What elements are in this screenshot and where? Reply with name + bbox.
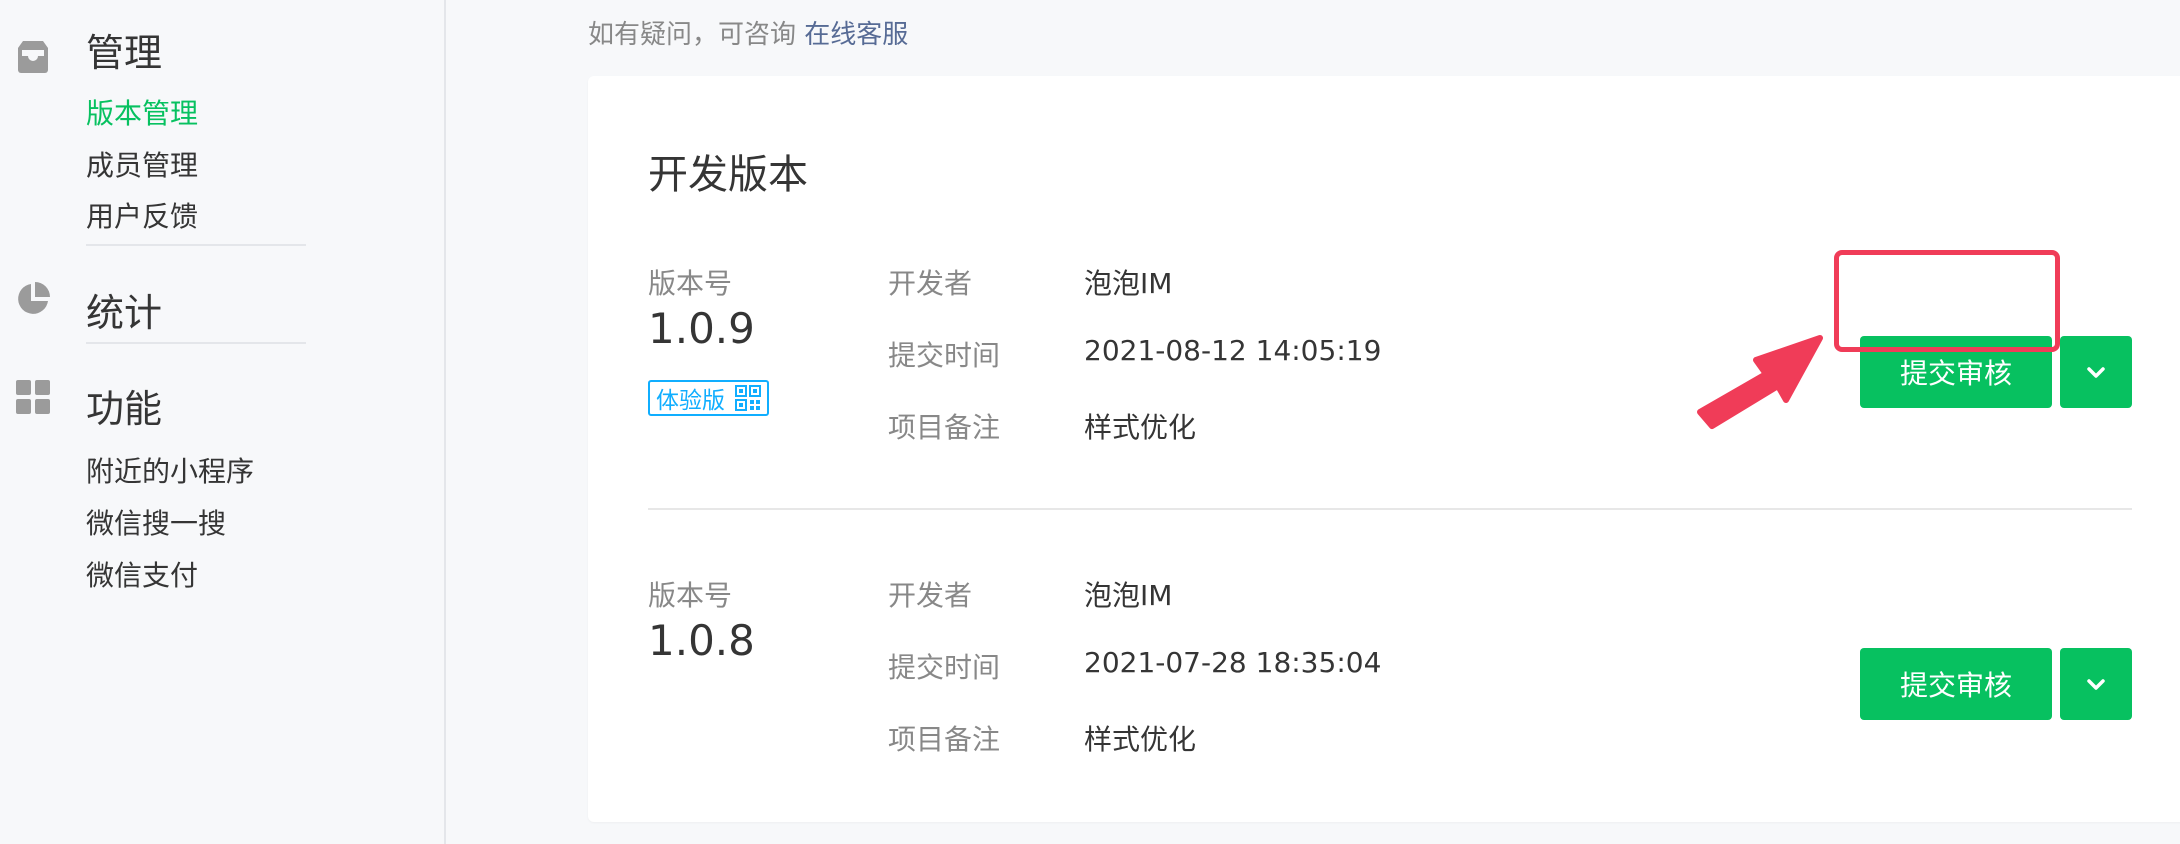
grid-icon — [16, 380, 50, 414]
sidebar-item-wechat-pay[interactable]: 微信支付 — [86, 554, 198, 594]
developer-value: 泡泡IM — [1084, 579, 1173, 612]
online-support-link[interactable]: 在线客服 — [804, 20, 908, 50]
submit-review-button[interactable]: 提交审核 — [1860, 336, 2052, 408]
developer-value: 泡泡IM — [1084, 267, 1173, 300]
sidebar-item-version-management[interactable]: 版本管理 — [86, 92, 198, 132]
card-title: 开发版本 — [648, 152, 808, 198]
more-actions-dropdown-button[interactable] — [2060, 648, 2132, 720]
developer-label: 开发者 — [888, 579, 973, 612]
sidebar-item-wechat-search[interactable]: 微信搜一搜 — [86, 502, 226, 542]
sidebar-item-nearby-miniprograms[interactable]: 附近的小程序 — [86, 450, 254, 490]
version-divider — [648, 508, 2132, 510]
qrcode-icon — [735, 385, 761, 411]
submit-time-label: 提交时间 — [888, 651, 1001, 684]
submit-time-value: 2021-07-28 18:35:04 — [1084, 646, 1382, 679]
sidebar-section-title: 功能 — [86, 387, 163, 431]
version-label: 版本号 — [648, 579, 733, 612]
more-actions-dropdown-button[interactable] — [2060, 336, 2132, 408]
main-content: 如有疑问，可咨询 在线客服 开发版本 版本号 1.0.9 体验版 开发者 泡泡I… — [446, 0, 2180, 844]
sidebar-item-user-feedback[interactable]: 用户反馈 — [86, 195, 198, 235]
chevron-down-icon — [2087, 679, 2105, 690]
sidebar-section-title: 统计 — [86, 291, 163, 335]
sidebar-item-member-management[interactable]: 成员管理 — [86, 144, 198, 184]
sidebar: 管理 版本管理 成员管理 用户反馈 统计 功能 附近的小程序 微信搜一搜 微信支… — [0, 0, 446, 844]
trial-version-tag[interactable]: 体验版 — [648, 380, 769, 416]
submit-time-label: 提交时间 — [888, 339, 1001, 372]
developer-label: 开发者 — [888, 267, 973, 300]
submit-time-value: 2021-08-12 14:05:19 — [1084, 334, 1382, 367]
sidebar-divider — [86, 342, 306, 344]
help-notice: 如有疑问，可咨询 在线客服 — [588, 14, 908, 51]
chevron-down-icon — [2087, 367, 2105, 378]
version-number: 1.0.8 — [648, 616, 755, 665]
version-number: 1.0.9 — [648, 304, 755, 353]
remark-label: 项目备注 — [888, 723, 1001, 756]
sidebar-section-title: 管理 — [86, 31, 163, 75]
remark-value: 样式优化 — [1084, 723, 1197, 756]
trial-version-label: 体验版 — [656, 388, 725, 414]
help-notice-text: 如有疑问，可咨询 — [588, 20, 797, 50]
submit-review-button[interactable]: 提交审核 — [1860, 648, 2052, 720]
inbox-icon — [18, 41, 48, 73]
version-label: 版本号 — [648, 267, 733, 300]
sidebar-divider — [86, 244, 306, 246]
remark-label: 项目备注 — [888, 411, 1001, 444]
dev-version-card: 开发版本 版本号 1.0.9 体验版 开发者 泡泡IM 提交时间 2021-08… — [588, 76, 2180, 822]
remark-value: 样式优化 — [1084, 411, 1197, 444]
pie-chart-icon — [18, 282, 50, 314]
